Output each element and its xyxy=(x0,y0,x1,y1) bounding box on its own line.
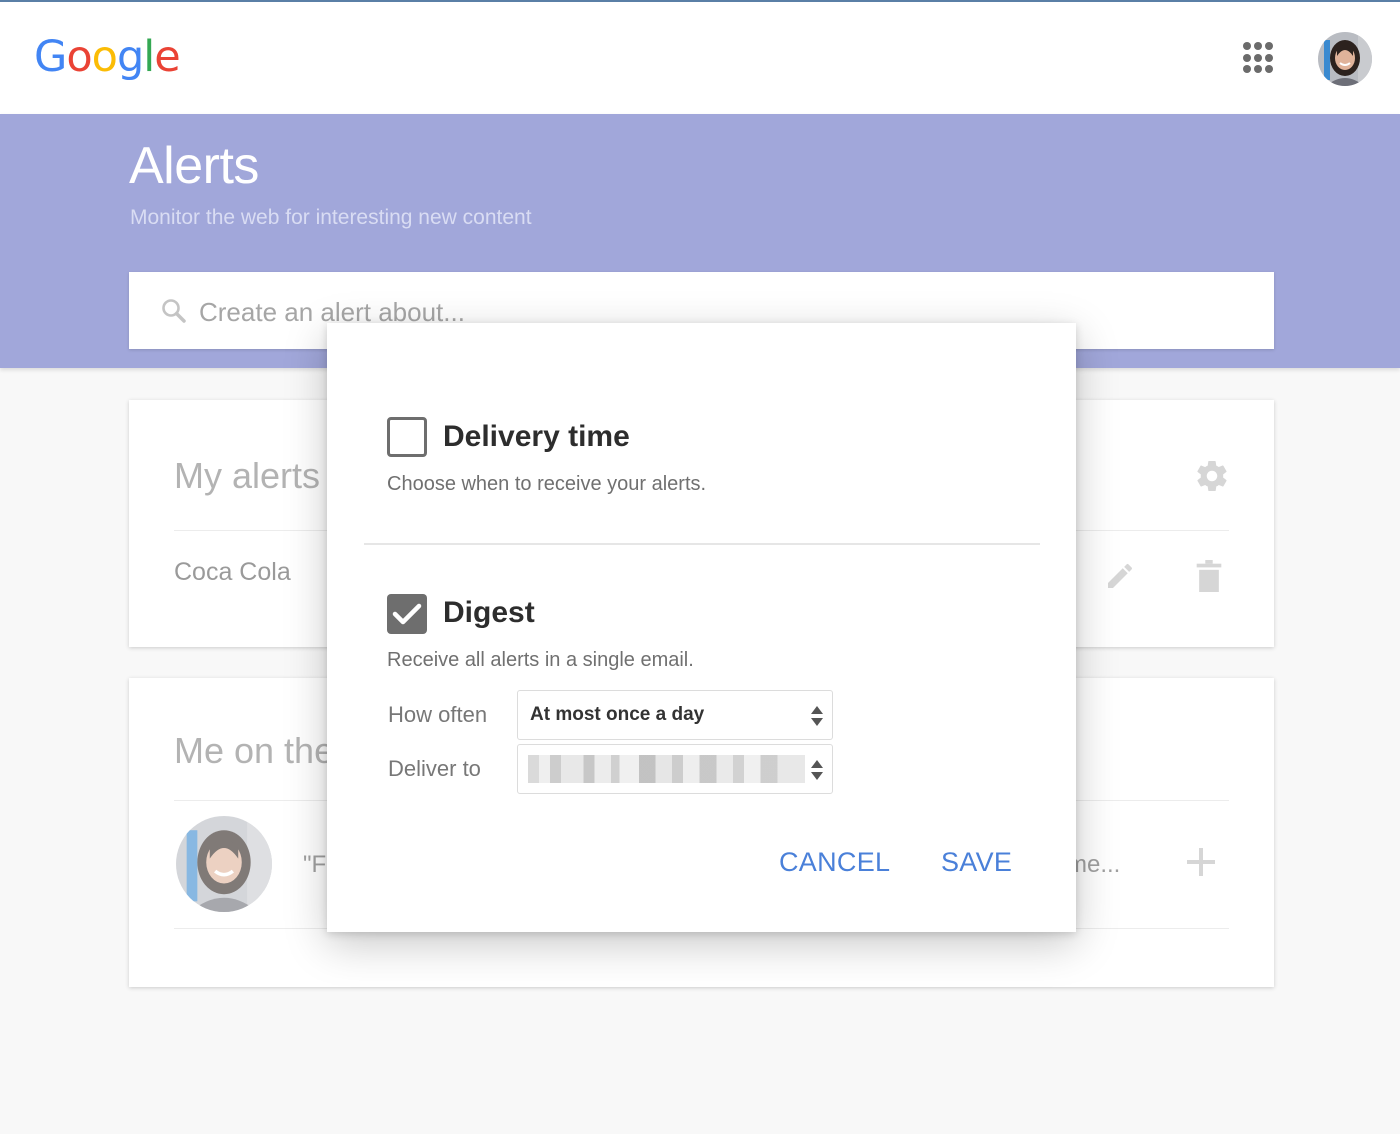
digest-title: Digest xyxy=(443,596,535,629)
logo-letter: g xyxy=(116,32,144,82)
page-title: Alerts xyxy=(129,137,259,195)
delivery-time-description: Choose when to receive your alerts. xyxy=(387,473,707,495)
me-on-web-query: "F xyxy=(303,851,327,878)
logo-letter: e xyxy=(154,32,180,82)
person-photo-icon xyxy=(176,816,272,912)
how-often-value: At most once a day xyxy=(530,704,705,725)
search-icon xyxy=(162,299,186,323)
trash-icon[interactable] xyxy=(1196,560,1222,592)
select-arrows-icon xyxy=(811,706,823,726)
checkmark-icon xyxy=(392,603,422,625)
logo-letter: o xyxy=(91,32,118,82)
delivery-options-dialog: Delivery time Choose when to receive you… xyxy=(327,323,1076,932)
google-logo[interactable]: Google xyxy=(34,32,181,82)
person-photo-icon xyxy=(1318,32,1372,86)
pencil-icon[interactable] xyxy=(1104,560,1136,592)
deliver-to-select[interactable] xyxy=(517,744,833,794)
me-on-web-title: Me on the xyxy=(174,730,335,771)
account-avatar[interactable] xyxy=(1318,32,1372,86)
page-subtitle: Monitor the web for interesting new cont… xyxy=(130,206,532,229)
profile-photo xyxy=(176,816,272,912)
logo-letter: G xyxy=(34,32,67,82)
apps-grid-icon[interactable] xyxy=(1243,42,1275,74)
logo-letter: o xyxy=(66,32,92,82)
select-arrows-icon xyxy=(811,760,823,780)
app-bar: Google xyxy=(0,2,1400,114)
divider xyxy=(364,543,1040,545)
digest-checkbox[interactable] xyxy=(387,594,427,634)
redacted-email-value xyxy=(528,755,805,783)
cancel-button[interactable]: CANCEL xyxy=(779,847,890,878)
gear-icon[interactable] xyxy=(1194,458,1230,494)
deliver-to-label: Deliver to xyxy=(388,756,481,781)
how-often-select[interactable]: At most once a day xyxy=(517,690,833,740)
my-alerts-title: My alerts ( xyxy=(174,455,343,496)
plus-icon[interactable] xyxy=(1187,848,1215,876)
digest-description: Receive all alerts in a single email. xyxy=(387,649,694,671)
how-often-label: How often xyxy=(388,702,488,727)
save-button[interactable]: SAVE xyxy=(941,847,1012,878)
alert-name: Coca Cola xyxy=(174,558,291,586)
delivery-time-title: Delivery time xyxy=(443,420,630,453)
delivery-time-checkbox[interactable] xyxy=(387,417,427,457)
logo-letter: l xyxy=(143,32,155,82)
